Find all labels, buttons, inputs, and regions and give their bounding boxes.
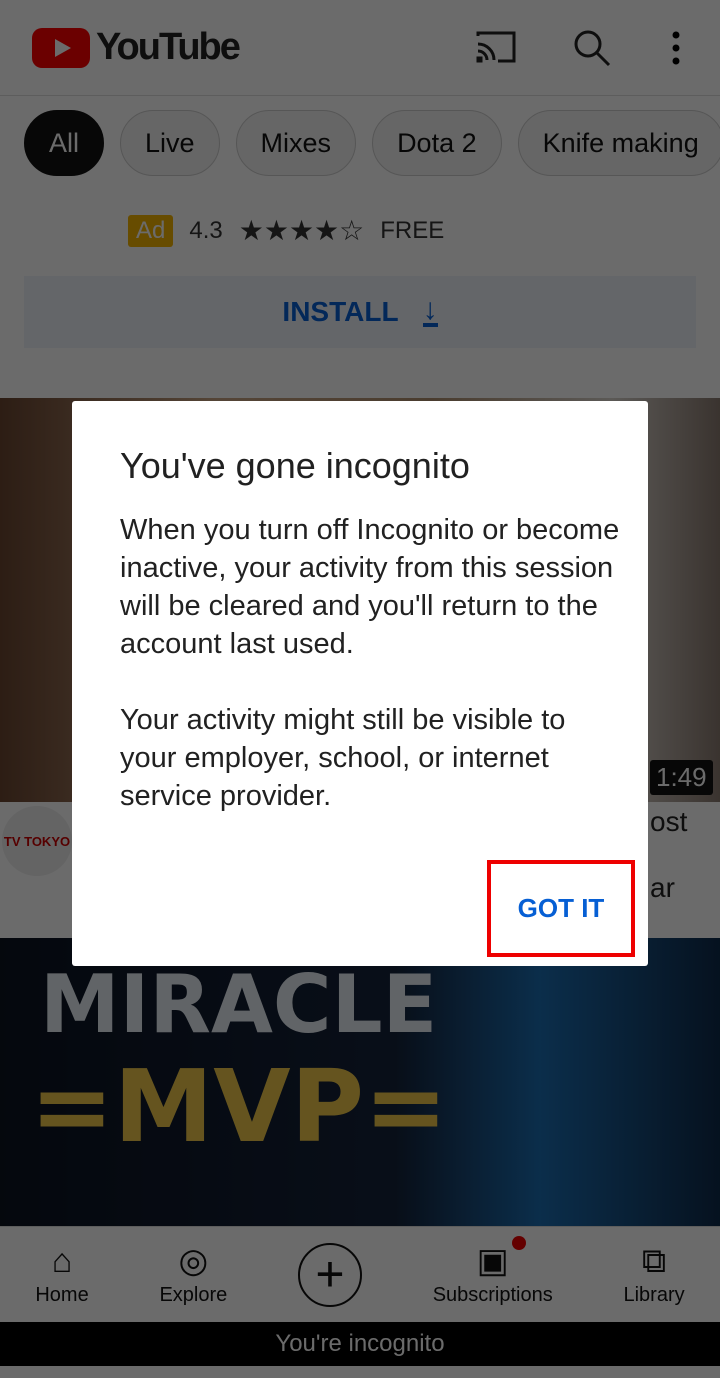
incognito-dialog: You've gone incognito When you turn off … bbox=[72, 401, 648, 966]
youtube-logo[interactable]: YouTube bbox=[32, 26, 241, 69]
nav-label: Home bbox=[35, 1284, 89, 1306]
incognito-bar: You're incognito bbox=[0, 1322, 720, 1366]
bottom-nav: ⌂ Home ◎ Explore + ▣ Subscriptions ⧉ Library bbox=[0, 1226, 720, 1322]
logo-text: YouTube bbox=[96, 26, 241, 68]
chip-live[interactable]: Live bbox=[120, 110, 220, 176]
chip-knife-making[interactable]: Knife making bbox=[517, 110, 720, 176]
chip-dota-2[interactable]: Dota 2 bbox=[372, 110, 502, 176]
nav-label: Library bbox=[623, 1284, 685, 1306]
ad-info-row: Ad 4.3 ★★★★☆ FREE bbox=[128, 214, 444, 247]
search-icon[interactable] bbox=[572, 28, 612, 68]
nav-create[interactable]: + bbox=[297, 1242, 362, 1307]
dialog-body: When you turn off Incognito or become in… bbox=[120, 511, 620, 815]
cast-icon[interactable] bbox=[474, 30, 518, 64]
filter-chips: All Live Mixes Dota 2 Knife making bbox=[0, 110, 720, 182]
more-vert-icon[interactable] bbox=[668, 30, 684, 66]
dialog-paragraph-1: When you turn off Incognito or become in… bbox=[120, 514, 620, 660]
dialog-paragraph-2: Your activity might still be visible to … bbox=[120, 704, 566, 812]
app-header: YouTube bbox=[0, 0, 720, 96]
ad-price: FREE bbox=[380, 216, 445, 244]
subscriptions-icon: ▣ bbox=[476, 1242, 509, 1280]
compass-icon: ◎ bbox=[178, 1242, 209, 1280]
ad-rating: 4.3 bbox=[189, 216, 223, 244]
dialog-title: You've gone incognito bbox=[120, 445, 470, 486]
bottom-strip bbox=[0, 1366, 720, 1378]
nav-subscriptions[interactable]: ▣ Subscriptions bbox=[433, 1242, 553, 1307]
nav-label: Explore bbox=[159, 1284, 228, 1306]
video-meta-fragment: ar bbox=[650, 872, 675, 903]
video-thumbnail-2[interactable]: MIRACLE =MVP= bbox=[0, 938, 720, 1228]
download-icon: ↓ bbox=[422, 293, 438, 327]
thumbnail-text-mvp: =MVP= bbox=[30, 1048, 448, 1165]
home-icon: ⌂ bbox=[51, 1242, 73, 1280]
nav-library[interactable]: ⧉ Library bbox=[623, 1242, 684, 1307]
youtube-play-icon bbox=[32, 27, 90, 68]
channel-avatar[interactable]: TV TOKYO bbox=[2, 806, 72, 876]
thumbnail-text: MIRACLE bbox=[40, 958, 438, 1051]
install-label: INSTALL bbox=[282, 296, 399, 327]
nav-label: Subscriptions bbox=[432, 1284, 553, 1306]
notification-dot bbox=[512, 1236, 526, 1250]
nav-home[interactable]: ⌂ Home bbox=[35, 1242, 88, 1307]
chip-all[interactable]: All bbox=[24, 110, 105, 176]
video-title-fragment: ost bbox=[650, 806, 688, 837]
chip-mixes[interactable]: Mixes bbox=[235, 110, 357, 176]
library-icon: ⧉ bbox=[641, 1242, 667, 1280]
got-it-button[interactable]: GOT IT bbox=[487, 860, 635, 957]
install-button[interactable]: INSTALL ↓ bbox=[24, 276, 696, 348]
video-duration: 1:49 bbox=[650, 760, 713, 795]
ad-badge: Ad bbox=[128, 214, 174, 247]
nav-explore[interactable]: ◎ Explore bbox=[159, 1242, 227, 1307]
add-icon: + bbox=[297, 1242, 362, 1307]
rating-stars: ★★★★☆ bbox=[238, 215, 365, 246]
